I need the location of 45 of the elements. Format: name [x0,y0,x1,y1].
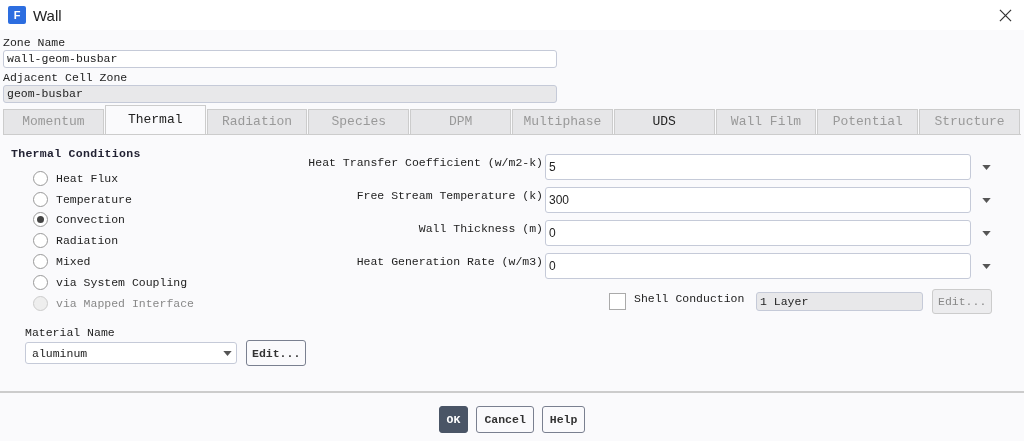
layers-field: 1 Layer [756,291,923,311]
dialog-button[interactable]: OK [438,406,469,433]
field-label: Zone Name [3,36,67,50]
app-icon: F [8,6,26,24]
material-dropdown[interactable]: aluminum [25,342,237,364]
window-title: Wall [33,6,63,24]
field-label: Wall Thickness (m) [417,221,543,235]
radio-label: Convection [56,213,125,227]
close-icon[interactable] [999,8,1012,22]
radio-button[interactable] [33,254,48,270]
input-field[interactable]: 0 [545,220,971,246]
field-label: Material Name [25,326,116,340]
edit-button[interactable]: Edit... [246,340,307,366]
input-field[interactable]: 0 [545,253,971,279]
radio-label: via Mapped Interface [56,296,195,310]
zone-name-field[interactable]: wall-geom-busbar [3,50,557,68]
dialog-button[interactable]: Cancel [476,406,534,433]
caret-icon [223,350,232,356]
input-field[interactable]: 5 [545,154,971,180]
radio-label: Heat Flux [56,171,119,185]
radio-label: via System Coupling [56,275,188,289]
radio-button[interactable] [33,233,48,249]
input-field[interactable]: 300 [545,187,971,213]
field-label: Heat Generation Rate (w/m3) [355,254,543,268]
radio-label: Temperature [56,192,132,206]
field-label: Heat Transfer Coefficient (w/m2-k) [307,155,543,169]
radio-button[interactable] [33,212,48,228]
group-title: Thermal Conditions [11,147,142,162]
dialog-button[interactable]: Help [541,406,586,433]
field-label: Adjacent Cell Zone [3,71,129,85]
radio-label: Mixed [56,255,91,269]
caret-icon[interactable] [982,263,991,269]
caret-icon[interactable] [982,164,991,170]
cell-zone-field: geom-busbar [3,85,557,103]
checkbox-label: Shell Conduction [634,292,746,305]
tab[interactable]: UDS [613,109,715,134]
checkbox[interactable] [609,292,626,310]
radio-label: Radiation [56,234,119,248]
radio-button[interactable] [33,170,48,186]
caret-icon[interactable] [982,230,991,236]
field-label: Free Stream Temperature (k) [355,188,543,202]
caret-icon[interactable] [982,197,991,203]
radio-button[interactable] [33,191,48,207]
radio-button[interactable] [33,274,48,290]
tab[interactable]: Thermal [104,105,206,134]
